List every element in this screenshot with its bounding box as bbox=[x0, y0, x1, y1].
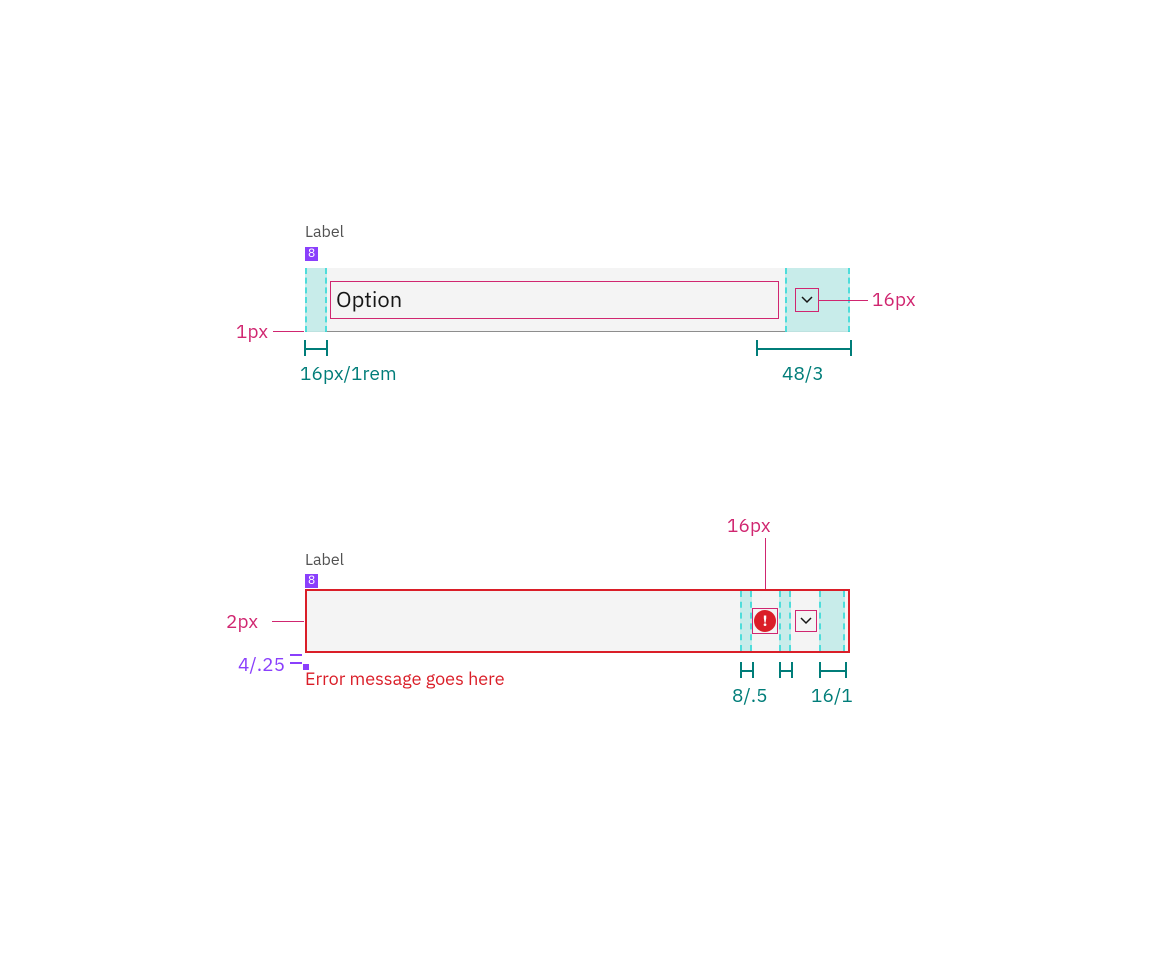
chevron-bounding-box bbox=[795, 288, 819, 312]
callout-line bbox=[272, 621, 304, 622]
error-icon: ! bbox=[754, 610, 776, 632]
border-width-annotation: 1px bbox=[236, 320, 268, 344]
dropdown-value: Option bbox=[336, 285, 402, 314]
warning-filled-icon: ! bbox=[754, 610, 776, 632]
label-gap-badge: 8 bbox=[305, 247, 318, 261]
callout-line bbox=[273, 331, 304, 332]
spacing-highlight bbox=[819, 591, 845, 651]
chevron-down-icon bbox=[801, 296, 813, 304]
spacing-highlight bbox=[740, 591, 752, 651]
icon-size-annotation: 16px bbox=[727, 514, 771, 538]
gap-right-annotation: 16/1 bbox=[811, 684, 853, 708]
left-padding-highlight bbox=[305, 268, 327, 332]
label-gap-badge: 8 bbox=[305, 574, 318, 588]
spacing-highlight bbox=[779, 591, 791, 651]
chevron-down-icon bbox=[800, 617, 812, 625]
chevron-size-annotation: 16px bbox=[872, 288, 916, 312]
field-label: Label bbox=[305, 222, 344, 242]
measure-brace bbox=[779, 662, 793, 678]
border-width-annotation: 2px bbox=[226, 610, 258, 634]
error-message: Error message goes here bbox=[305, 667, 505, 690]
measure-brace bbox=[740, 662, 754, 678]
right-hitarea-annotation: 48/3 bbox=[782, 362, 824, 386]
measure-brace-right bbox=[756, 340, 852, 356]
message-gap-annotation: 4/.25 bbox=[238, 653, 285, 677]
measure-brace-left bbox=[304, 340, 328, 356]
gap-small-annotation: 8/.5 bbox=[732, 684, 768, 708]
field-label: Label bbox=[305, 550, 344, 570]
measure-brace bbox=[819, 662, 847, 678]
chevron-bounding-box bbox=[795, 610, 817, 632]
gap-glyph-icon bbox=[290, 654, 302, 666]
callout-line bbox=[819, 300, 868, 301]
left-padding-annotation: 16px/1rem bbox=[300, 362, 397, 386]
